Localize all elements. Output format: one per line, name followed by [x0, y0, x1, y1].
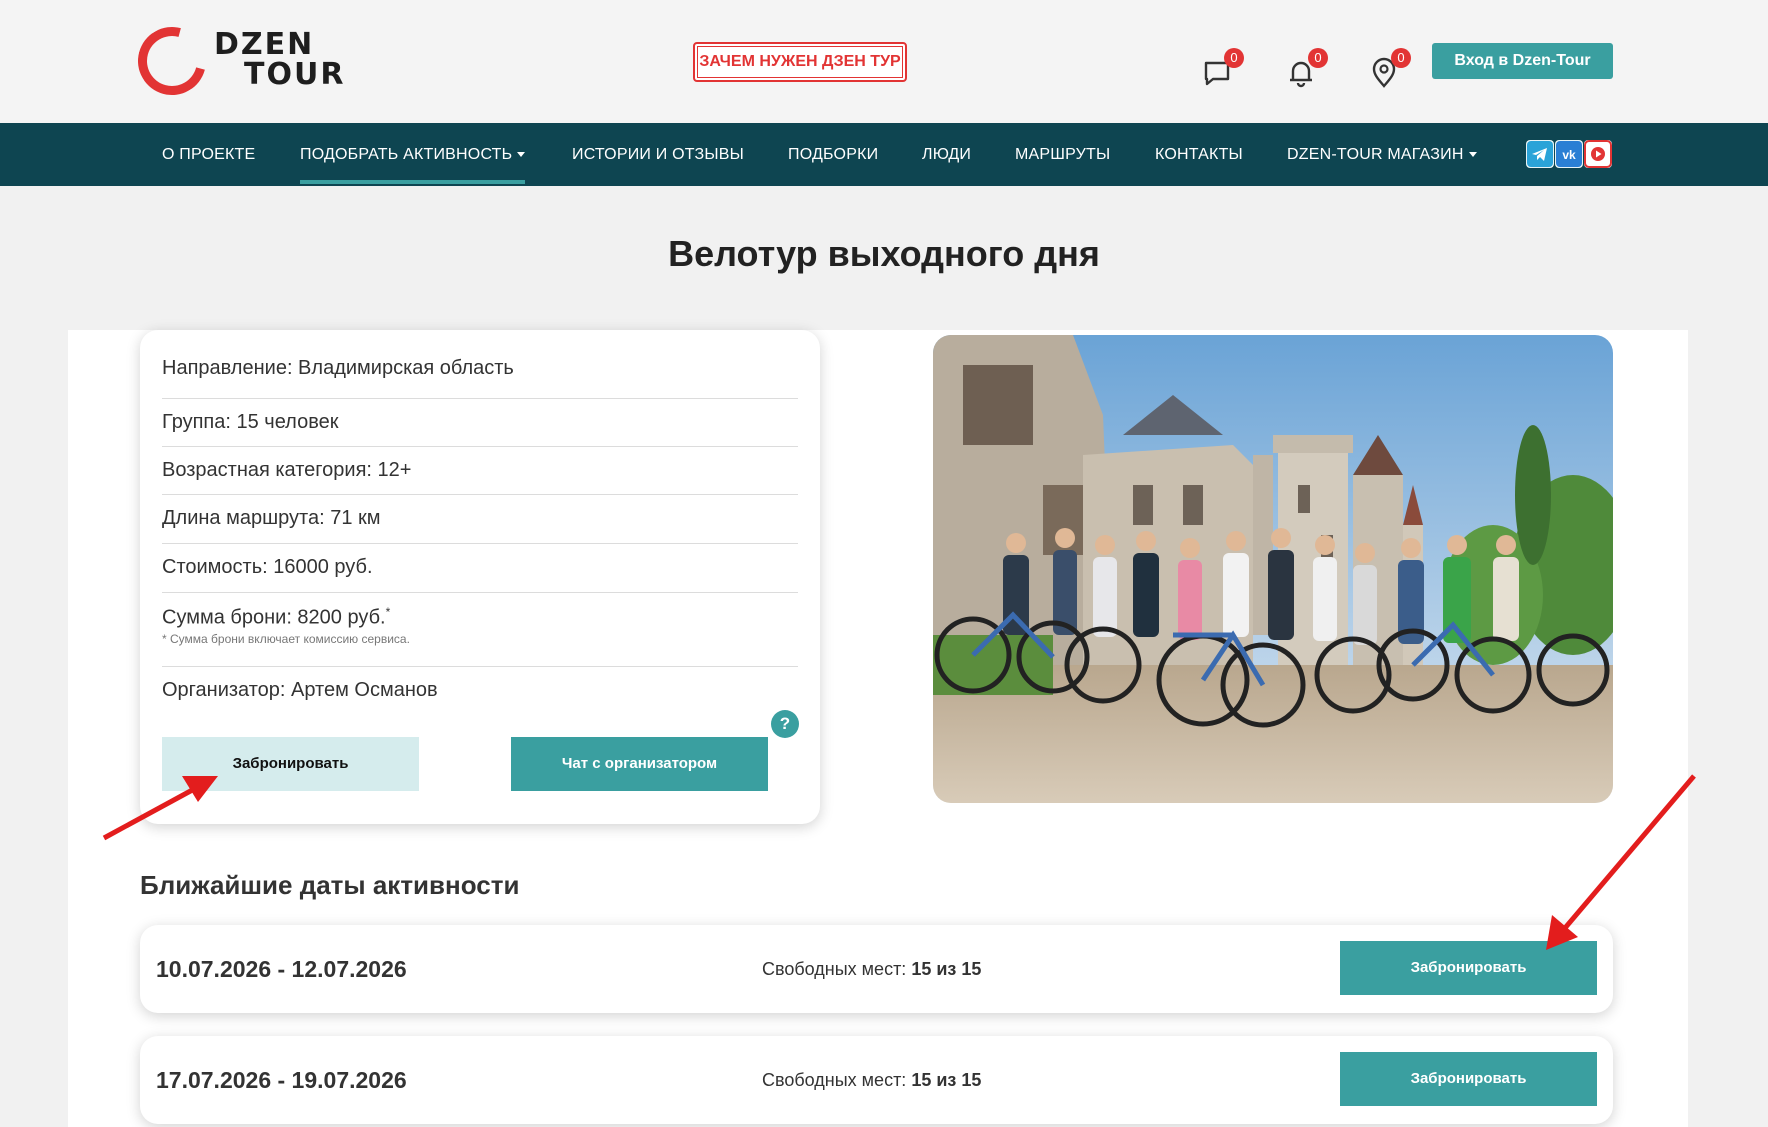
info-deposit-row: Сумма брони: 8200 руб.* * Сумма брони вк… [162, 593, 798, 667]
date-range: 10.07.2026 - 12.07.2026 [156, 956, 407, 982]
logo-line-2: TOUR [244, 57, 346, 92]
book-date-button[interactable]: Забронировать [1340, 941, 1597, 995]
seats-value: 15 из 15 [911, 959, 982, 979]
logo-text: DZEN TOUR [214, 30, 345, 90]
info-group: Группа: 15 человек [162, 399, 798, 447]
help-icon[interactable]: ? [771, 710, 799, 738]
info-age: Возрастная категория: 12+ [162, 447, 798, 495]
video-icon [1584, 140, 1612, 168]
nav-label: О ПРОЕКТЕ [162, 146, 256, 163]
nav-label: КОНТАКТЫ [1155, 146, 1243, 163]
nav-label: ИСТОРИИ И ОТЗЫВЫ [572, 146, 744, 163]
video-link[interactable] [1584, 140, 1612, 168]
caret-down-icon [1468, 152, 1477, 158]
nav-label: ПОДОБРАТЬ АКТИВНОСТЬ [300, 146, 513, 163]
svg-text:vk: vk [1562, 148, 1576, 162]
telegram-link[interactable] [1526, 140, 1554, 168]
info-length: Длина маршрута: 71 км [162, 495, 798, 544]
nav-item-shop[interactable]: DZEN-TOUR МАГАЗИН [1287, 123, 1477, 186]
nav-item-routes[interactable]: МАРШРУТЫ [1015, 123, 1110, 186]
chat-with-organizer-button[interactable]: Чат с организатором [511, 737, 768, 791]
logo-ring-icon [125, 14, 219, 108]
upcoming-dates-title: Ближайшие даты активности [140, 870, 520, 900]
free-seats: Свободных мест: 15 из 15 [762, 1036, 981, 1124]
free-seats: Свободных мест: 15 из 15 [762, 925, 981, 1013]
nav-item-stories[interactable]: ИСТОРИИ И ОТЗЫВЫ [572, 123, 744, 186]
top-header: DZEN TOUR ЗАЧЕМ НУЖЕН ДЗЕН ТУР 0 0 0 Вхо… [0, 0, 1768, 123]
nav-label: ЛЮДИ [922, 146, 972, 163]
nav-item-people[interactable]: ЛЮДИ [922, 123, 971, 186]
date-card: 10.07.2026 - 12.07.2026 Свободных мест: … [140, 925, 1613, 1013]
main-nav: О ПРОЕКТЕ ПОДОБРАТЬ АКТИВНОСТЬ ИСТОРИИ И… [0, 123, 1768, 186]
vk-icon: vk [1556, 141, 1582, 167]
nav-label: МАРШРУТЫ [1015, 146, 1111, 163]
deposit-footnote-mark: * [385, 605, 391, 619]
info-organizer[interactable]: Организатор: Артем Османов [162, 667, 798, 715]
caret-down-icon [517, 152, 526, 158]
date-range: 17.07.2026 - 19.07.2026 [156, 1067, 407, 1093]
places-button[interactable]: 0 [1367, 48, 1411, 90]
messages-button[interactable]: 0 [1200, 48, 1244, 90]
nav-item-contacts[interactable]: КОНТАКТЫ [1155, 123, 1243, 186]
cyclists-castle-image [933, 335, 1613, 803]
dzen-tour-logo[interactable]: DZEN TOUR [125, 14, 360, 108]
notifications-button[interactable]: 0 [1284, 48, 1328, 90]
deposit-note: * Сумма брони включает комиссию сервиса. [162, 631, 410, 646]
nav-item-collections[interactable]: ПОДБОРКИ [788, 123, 878, 186]
book-button-primary[interactable]: Забронировать [162, 737, 419, 791]
vk-link[interactable]: vk [1555, 140, 1583, 168]
page-title: Велотур выходного дня [668, 233, 1100, 274]
why-dzen-tour-button[interactable]: ЗАЧЕМ НУЖЕН ДЗЕН ТУР [693, 42, 907, 82]
info-direction: Направление: Владимирская область [162, 350, 798, 399]
messages-badge: 0 [1224, 48, 1244, 68]
seats-value: 15 из 15 [911, 1070, 982, 1090]
nav-item-about[interactable]: О ПРОЕКТЕ [162, 123, 255, 186]
nav-label: ПОДБОРКИ [788, 146, 879, 163]
tour-photo [933, 335, 1613, 803]
seats-label: Свободных мест: [762, 1070, 907, 1090]
date-card: 17.07.2026 - 19.07.2026 Свободных мест: … [140, 1036, 1613, 1124]
notifications-badge: 0 [1308, 48, 1328, 68]
nav-item-find-activity[interactable]: ПОДОБРАТЬ АКТИВНОСТЬ [300, 123, 526, 186]
seats-label: Свободных мест: [762, 959, 907, 979]
info-price: Стоимость: 16000 руб. [162, 544, 798, 593]
nav-label: DZEN-TOUR МАГАЗИН [1287, 146, 1464, 163]
book-date-button[interactable]: Забронировать [1340, 1052, 1597, 1106]
login-button[interactable]: Вход в Dzen-Tour [1432, 43, 1613, 79]
places-badge: 0 [1391, 48, 1411, 68]
telegram-icon [1527, 141, 1553, 167]
info-deposit: Сумма брони: 8200 руб. [162, 606, 386, 629]
